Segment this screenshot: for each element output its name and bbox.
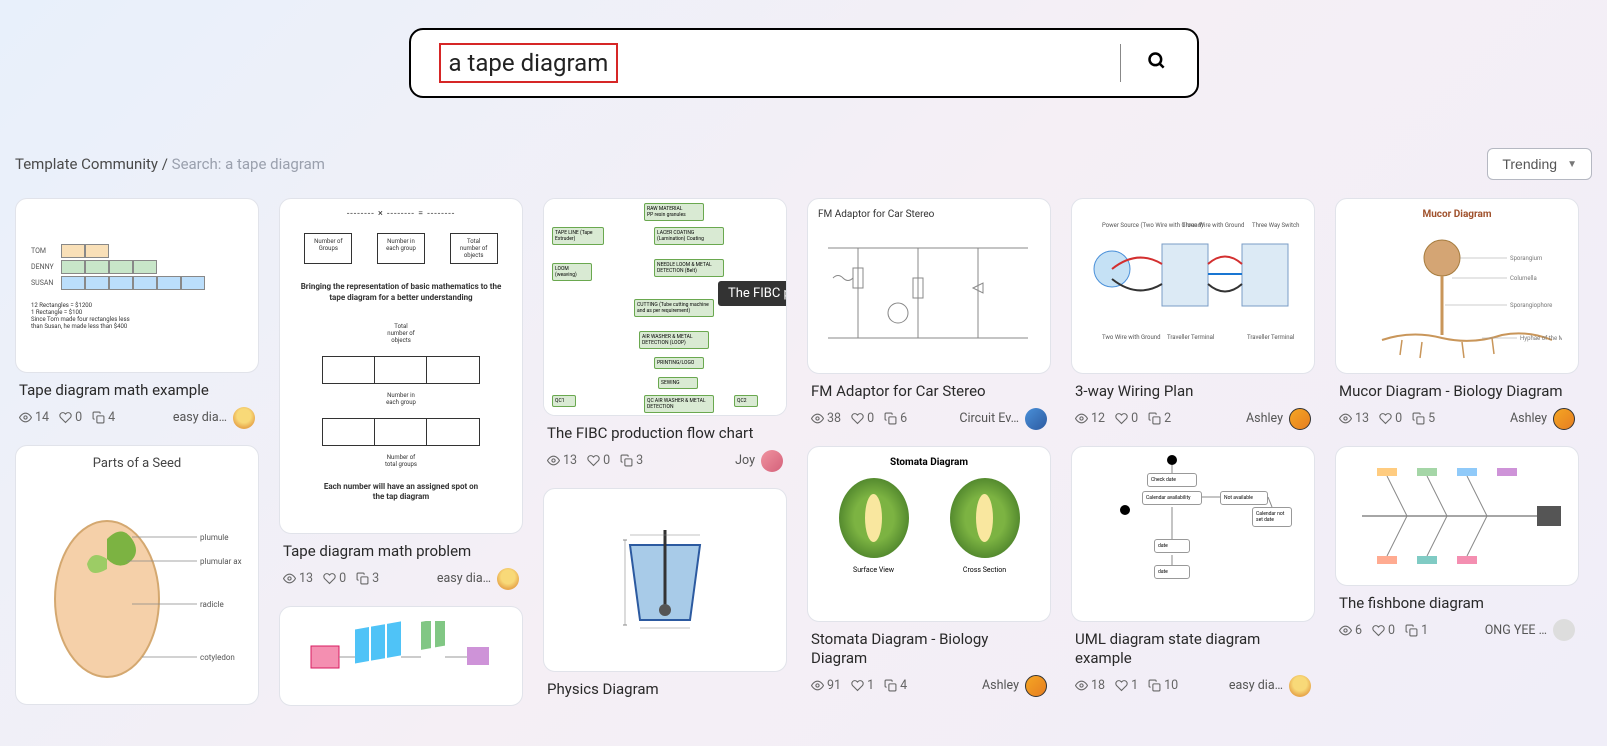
card-thumb[interactable]: -------- × -------- = -------- Number of… xyxy=(279,198,523,534)
card-author[interactable]: Ashley xyxy=(1510,411,1547,426)
card-thumb[interactable]: Power Source (Two Wire with Ground) Thre… xyxy=(1071,198,1315,374)
card-thumb[interactable]: FM Adaptor for Car Stereo xyxy=(807,198,1051,374)
breadcrumb-root[interactable]: Template Community xyxy=(15,155,158,173)
card-stats: 13 0 5 xyxy=(1339,411,1435,426)
svg-text:Three Way Switch: Three Way Switch xyxy=(1252,222,1299,229)
search-box[interactable]: a tape diagram xyxy=(409,28,1199,98)
card-thumb[interactable]: Stomata Diagram Surface View Cross Secti… xyxy=(807,446,1051,622)
card-author[interactable]: Joy xyxy=(735,453,755,468)
svg-text:Three Wire with Ground: Three Wire with Ground xyxy=(1182,222,1244,229)
card-stats: 13 0 3 xyxy=(547,453,643,468)
card-author[interactable]: Circuit Ev… xyxy=(959,411,1019,426)
card-thumb[interactable]: TOM DENNY SUSAN 12 Rectangles = $12001 R… xyxy=(15,198,259,373)
card-author[interactable]: easy dia… xyxy=(437,571,491,586)
card-title: 3-way Wiring Plan xyxy=(1075,382,1311,402)
card-wiring[interactable]: Power Source (Two Wire with Ground) Thre… xyxy=(1071,198,1315,430)
card-uml[interactable]: Check date Calendar availability Not ava… xyxy=(1071,446,1315,697)
tooltip: The FIBC production flow chart xyxy=(718,281,787,306)
svg-text:cotyledon: cotyledon xyxy=(200,653,235,662)
card-thumb[interactable] xyxy=(279,606,523,706)
card-stats: 14 0 4 xyxy=(19,410,115,425)
card-tape-problem[interactable]: -------- × -------- = -------- Number of… xyxy=(279,198,523,590)
card-physics[interactable]: Physics Diagram xyxy=(543,488,787,706)
card-stats: 12 0 2 xyxy=(1075,411,1171,426)
svg-text:Traveller Terminal: Traveller Terminal xyxy=(1167,334,1214,341)
chevron-down-icon: ▼ xyxy=(1567,159,1577,170)
card-title: FM Adaptor for Car Stereo xyxy=(811,382,1047,402)
avatar[interactable] xyxy=(497,568,519,590)
card-thumb[interactable] xyxy=(1335,446,1579,586)
search-divider xyxy=(1120,44,1121,82)
card-title: The FIBC production flow chart xyxy=(547,424,783,444)
card-thumb[interactable]: Mucor Diagram Sporangium Columella Spora… xyxy=(1335,198,1579,374)
svg-text:Traveller Terminal: Traveller Terminal xyxy=(1247,334,1294,341)
card-fishbone[interactable]: The fishbone diagram 6 0 1 ONG YEE … xyxy=(1335,446,1579,642)
avatar[interactable] xyxy=(1289,675,1311,697)
card-title: UML diagram state diagram example xyxy=(1075,630,1311,669)
sort-dropdown[interactable]: Trending ▼ xyxy=(1487,148,1592,180)
breadcrumb-search: Search: a tape diagram xyxy=(172,155,325,173)
results-grid: TOM DENNY SUSAN 12 Rectangles = $12001 R… xyxy=(0,198,1607,706)
card-thumb[interactable] xyxy=(543,488,787,672)
card-stats: 91 1 4 xyxy=(811,678,907,693)
card-stats: 13 0 3 xyxy=(283,571,379,586)
svg-text:Two Wire with Ground: Two Wire with Ground xyxy=(1102,334,1160,341)
card-stomata[interactable]: Stomata Diagram Surface View Cross Secti… xyxy=(807,446,1051,697)
card-thumb[interactable]: Parts of a Seed plumule plumular axis ra… xyxy=(15,445,259,705)
card-title: Physics Diagram xyxy=(547,680,783,700)
card-title: Tape diagram math problem xyxy=(283,542,519,562)
card-thumb[interactable]: Check date Calendar availability Not ava… xyxy=(1071,446,1315,622)
card-stats: 38 0 6 xyxy=(811,411,907,426)
svg-text:plumular axis: plumular axis xyxy=(200,557,242,566)
svg-text:Sporangiophore: Sporangiophore xyxy=(1510,302,1552,309)
card-author[interactable]: easy dia… xyxy=(1229,678,1283,693)
card-author[interactable]: Ashley xyxy=(982,678,1019,693)
svg-text:Sporangium: Sporangium xyxy=(1510,255,1542,262)
card-seed[interactable]: Parts of a Seed plumule plumular axis ra… xyxy=(15,445,259,705)
card-title: The fishbone diagram xyxy=(1339,594,1575,614)
svg-text:Columella: Columella xyxy=(1510,275,1537,282)
card-fm-adaptor[interactable]: FM Adaptor for Car Stereo xyxy=(807,198,1051,430)
svg-text:plumule: plumule xyxy=(200,533,228,542)
avatar[interactable] xyxy=(761,450,783,472)
card-stats: 6 0 1 xyxy=(1339,623,1428,638)
svg-text:Hyphae of the Mycelium: Hyphae of the Mycelium xyxy=(1520,335,1562,342)
avatar[interactable] xyxy=(233,407,255,429)
card-fibc[interactable]: RAW MATERIALPP resin granules TAPE LINE … xyxy=(543,198,787,472)
search-icon[interactable] xyxy=(1147,51,1167,75)
card-author[interactable]: Ashley xyxy=(1246,411,1283,426)
avatar[interactable] xyxy=(1025,408,1047,430)
card-stats: 18 1 10 xyxy=(1075,678,1178,693)
avatar[interactable] xyxy=(1553,619,1575,641)
sort-label: Trending xyxy=(1502,156,1557,172)
card-thumb[interactable]: RAW MATERIALPP resin granules TAPE LINE … xyxy=(543,198,787,416)
card-mucor[interactable]: Mucor Diagram Sporangium Columella Spora… xyxy=(1335,198,1579,430)
card-author[interactable]: easy dia… xyxy=(173,410,227,425)
search-input[interactable]: a tape diagram xyxy=(439,43,619,83)
card-tape-example[interactable]: TOM DENNY SUSAN 12 Rectangles = $12001 R… xyxy=(15,198,259,429)
card-cnn[interactable] xyxy=(279,606,523,706)
svg-text:radicle: radicle xyxy=(200,600,224,609)
card-title: Mucor Diagram - Biology Diagram xyxy=(1339,382,1575,402)
card-title: Tape diagram math example xyxy=(19,381,255,401)
avatar[interactable] xyxy=(1553,408,1575,430)
avatar[interactable] xyxy=(1289,408,1311,430)
card-title: Stomata Diagram - Biology Diagram xyxy=(811,630,1047,669)
avatar[interactable] xyxy=(1025,675,1047,697)
breadcrumb: Template Community / Search: a tape diag… xyxy=(15,155,325,173)
card-author[interactable]: ONG YEE … xyxy=(1485,623,1547,638)
